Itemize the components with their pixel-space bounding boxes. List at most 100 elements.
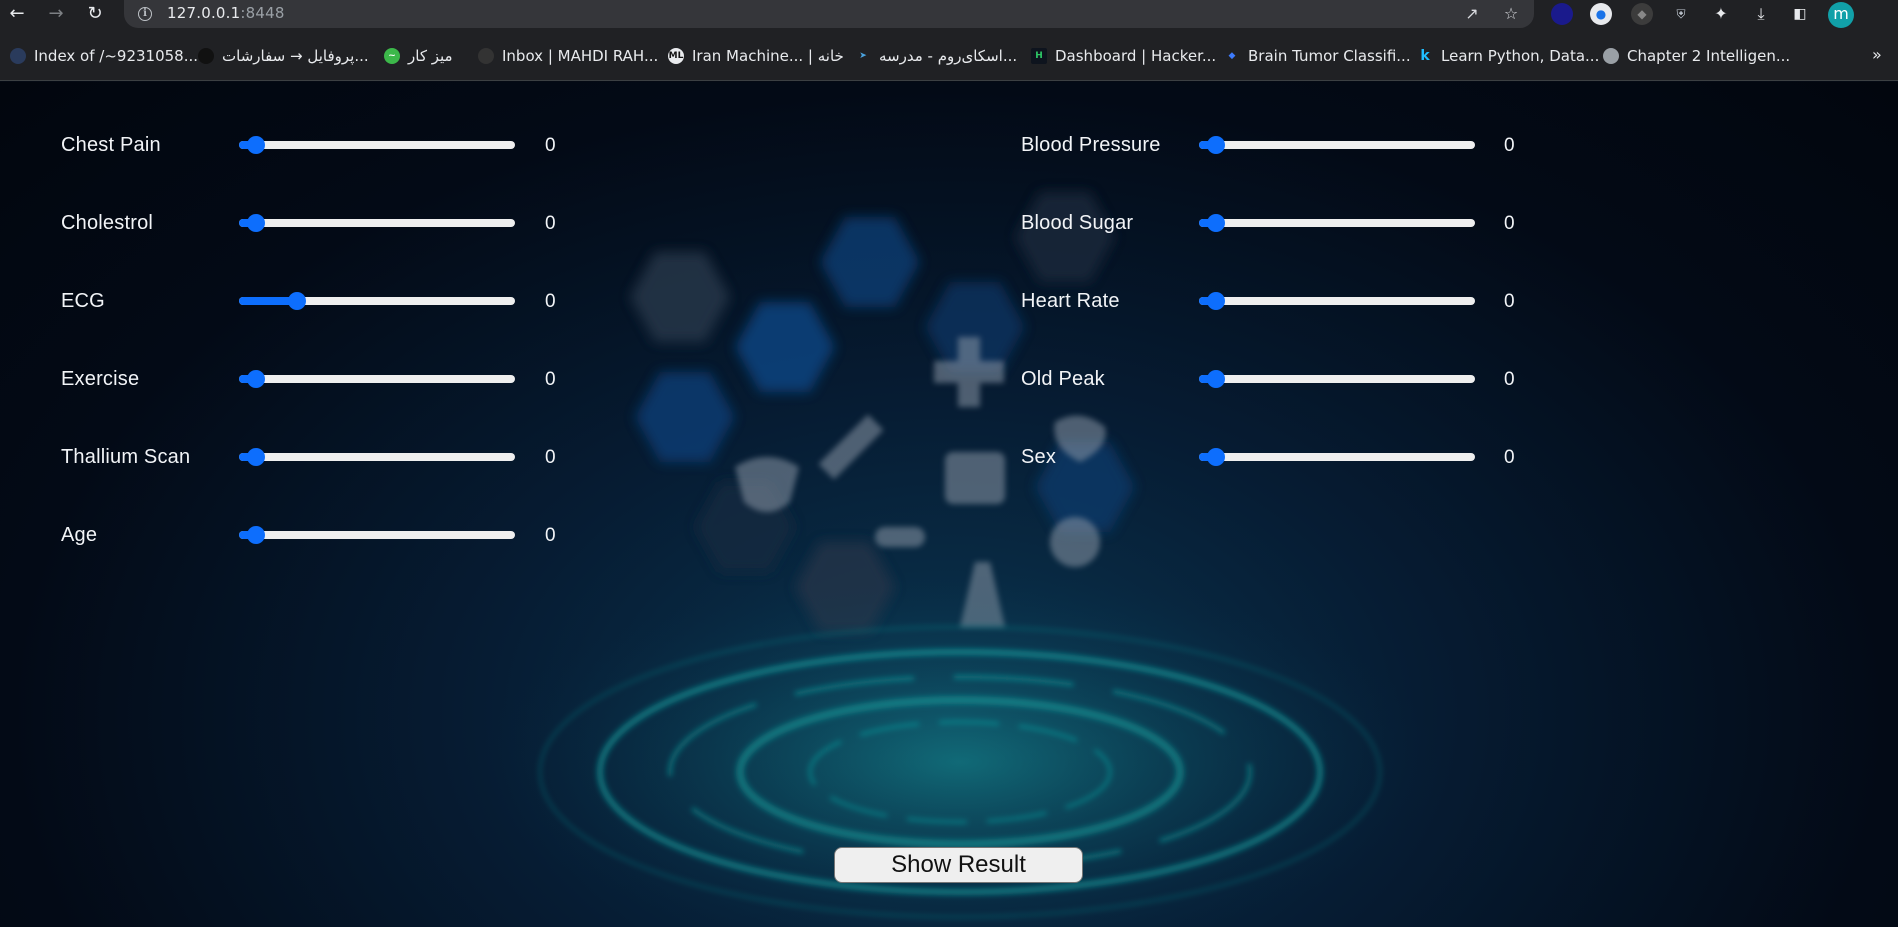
field-value: 0 [1504,135,1515,156]
bookmark-hackerrank[interactable]: H Dashboard | Hacker... [1031,46,1216,66]
age-slider[interactable] [239,526,515,544]
bookmark-dashboard-fa[interactable]: ~ میز کار [384,46,453,66]
chart-leaf-icon: ~ [384,48,400,64]
globe-icon [10,48,26,64]
slider-thumb[interactable] [247,448,265,466]
download-icon[interactable]: ⤓ [1750,3,1772,25]
slider-track [239,531,515,539]
url-text[interactable]: 127.0.0.1:8448 [167,4,285,22]
bookmarks-bar: Index of /~9231058... پروفایل → سفارشات.… [0,28,1898,81]
graduation-cap-icon [198,48,214,64]
field-value: 0 [1504,447,1515,468]
slider-track [1199,297,1475,305]
slider-track [239,453,515,461]
url-port: :8448 [240,4,285,22]
chest-pain-slider[interactable] [239,136,515,154]
profile-avatar[interactable]: m [1828,2,1854,28]
slider-track [1199,141,1475,149]
bookmark-inbox[interactable]: Inbox | MAHDI RAH... [478,46,658,66]
slider-thumb[interactable] [1207,370,1225,388]
exercise-slider[interactable] [239,370,515,388]
field-value: 0 [545,369,556,390]
blood-sugar-slider[interactable] [1199,214,1475,232]
bookmark-label: پروفایل → سفارشات... [222,47,369,65]
field-value: 0 [1504,369,1515,390]
field-value: 0 [1504,213,1515,234]
bookmark-label: Iran Machine... | خانه [692,47,844,65]
forward-arrow-icon[interactable]: → [45,3,67,25]
old-peak-slider[interactable] [1199,370,1475,388]
blood-pressure-slider[interactable] [1199,136,1475,154]
page-content: Chest Pain 0 Cholestrol 0 ECG 0 Exercise… [0,82,1898,927]
share-icon[interactable]: ↗ [1462,4,1482,24]
slider-thumb[interactable] [1207,292,1225,310]
slider-thumb[interactable] [247,370,265,388]
slider-thumb[interactable] [1207,214,1225,232]
heart-rate-slider[interactable] [1199,292,1475,310]
slider-thumb[interactable] [247,136,265,154]
slider-thumb[interactable] [1207,448,1225,466]
globe-icon [1603,48,1619,64]
sex-slider[interactable] [1199,448,1475,466]
field-label: Old Peak [1021,368,1105,390]
kaggle-icon: k [1420,48,1430,64]
extension-drop-icon[interactable]: ● [1590,3,1612,25]
more-bookmarks-chevron-icon[interactable]: » [1872,45,1882,64]
field-label: ECG [61,290,105,312]
field-label: Exercise [61,368,140,390]
bookmark-chapter-2[interactable]: Chapter 2 Intelligen... [1603,46,1790,66]
bookmark-star-icon[interactable]: ☆ [1501,4,1521,24]
field-label: Heart Rate [1021,290,1120,312]
slider-track [239,219,515,227]
ml-logo-icon: ML [668,48,684,64]
field-value: 0 [545,291,556,312]
ecg-slider[interactable] [239,292,515,310]
back-arrow-icon[interactable]: ← [6,3,28,25]
field-value: 0 [1504,291,1515,312]
slider-track [1199,375,1475,383]
bookmark-skyroom[interactable]: ➤ اسکای‌روم - مدرسه... [855,46,1017,66]
medical-background-art [480,192,1440,927]
bookmark-index[interactable]: Index of /~9231058... [10,46,198,66]
bird-icon: ➤ [859,51,867,61]
slider-track [1199,219,1475,227]
bookmark-label: Index of /~9231058... [34,47,199,65]
slider-thumb[interactable] [247,214,265,232]
slider-thumb[interactable] [1207,136,1225,154]
field-label: Sex [1021,446,1057,468]
bookmark-label: Learn Python, Data... [1441,47,1600,65]
show-result-button[interactable]: Show Result [834,847,1083,883]
site-info-icon[interactable]: i [138,7,152,21]
field-label: Age [61,524,98,546]
mail-gear-icon [478,48,494,64]
field-label: Chest Pain [61,134,161,156]
browser-toolbar: ← → ↻ i 127.0.0.1:8448 ↗ ☆ ● ◆ ⛨ ✦ ⤓ ◧ m [0,0,1898,28]
field-value: 0 [545,525,556,546]
bookmark-learn-python[interactable]: k Learn Python, Data... [1417,46,1599,66]
bookmark-label: Brain Tumor Classifi... [1248,47,1411,65]
extension-dark-blue-icon[interactable] [1551,3,1573,25]
slider-track [239,375,515,383]
shield-icon[interactable]: ⛨ [1670,3,1692,25]
side-panel-icon[interactable]: ◧ [1789,3,1811,25]
slider-thumb[interactable] [288,292,306,310]
field-label: Blood Sugar [1021,212,1134,234]
reload-icon[interactable]: ↻ [84,3,106,25]
bookmark-profile-orders[interactable]: پروفایل → سفارشات... [198,46,369,66]
field-value: 0 [545,135,556,156]
address-bar[interactable] [124,0,1534,28]
bookmark-label: Inbox | MAHDI RAH... [502,47,659,65]
extensions-puzzle-icon[interactable]: ✦ [1710,3,1732,25]
bookmark-label: میز کار [408,47,453,65]
field-value: 0 [545,447,556,468]
url-host: 127.0.0.1 [167,4,241,22]
bookmark-label: Dashboard | Hacker... [1055,47,1217,65]
thallium-scan-slider[interactable] [239,448,515,466]
extension-diamond-icon[interactable]: ◆ [1631,3,1653,25]
slider-thumb[interactable] [247,526,265,544]
bookmark-iran-machine[interactable]: ML Iran Machine... | خانه [668,46,844,66]
cholestrol-slider[interactable] [239,214,515,232]
layers-icon: ◆ [1228,51,1236,61]
hackerrank-icon: H [1031,48,1047,64]
bookmark-brain-tumor[interactable]: ◆ Brain Tumor Classifi... [1224,46,1411,66]
